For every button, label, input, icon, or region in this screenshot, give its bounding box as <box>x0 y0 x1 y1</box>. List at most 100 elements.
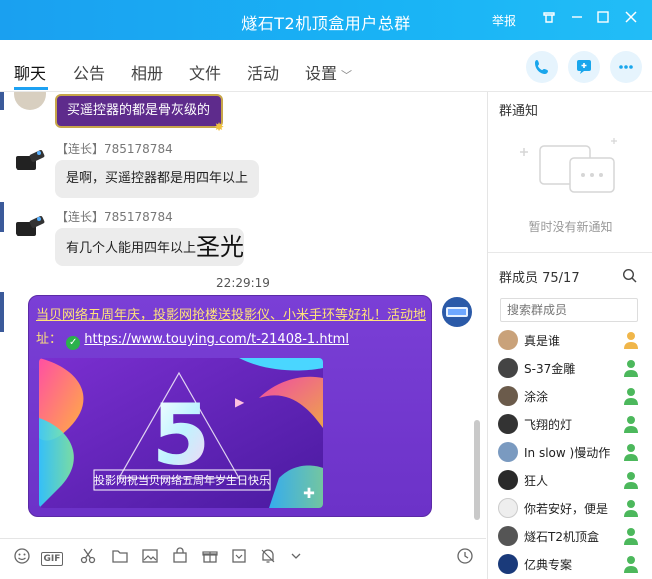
message-text: 有几个人能用四年以上 <box>66 241 197 256</box>
share-text: 当贝网络五周年庆，投影网抢楼送投影仪、小米手环等好礼！活动地 址： ✓ http… <box>36 304 431 352</box>
gif-label: GIF <box>40 552 64 566</box>
tab-bar: 聊天 公告 相册 文件 活动 设置 ﹀ <box>0 40 652 92</box>
verified-icon: ✓ <box>66 336 81 350</box>
large-text: 圣光 <box>196 233 245 261</box>
divider <box>488 252 652 253</box>
skin-icon[interactable] <box>540 10 558 28</box>
tab-chat[interactable]: 聊天 <box>14 60 46 84</box>
avatar[interactable] <box>14 92 46 110</box>
banner-caption: 投影网祝当贝网络五周年岁生日快乐 <box>94 473 270 487</box>
sender-name[interactable]: 【连长】785178784 <box>56 140 173 157</box>
tab-settings-label: 设置 <box>305 64 338 83</box>
member-name: 飞翔的灯 <box>524 418 573 432</box>
scrollbar-thumb[interactable] <box>474 420 480 520</box>
avatar[interactable] <box>14 144 46 176</box>
message-timestamp: 22:29:19 <box>216 276 270 290</box>
member-row[interactable]: 亿典专案 <box>498 552 648 578</box>
svg-text:▶: ▶ <box>235 395 245 409</box>
chat-area[interactable]: 买遥控器的都是骨灰级的 ✸ 【连长】785178784 是啊，买遥控器都是用四年… <box>0 92 486 538</box>
member-name: 你若安好，便是 <box>524 502 609 516</box>
member-icon <box>622 526 640 546</box>
emoji-icon[interactable] <box>12 547 32 567</box>
share-text-part: 址： <box>36 332 63 347</box>
image-icon[interactable] <box>140 547 160 567</box>
member-row[interactable]: 你若安好，便是 <box>498 496 648 522</box>
member-row[interactable]: 涂涂 <box>498 384 648 410</box>
gift-icon[interactable] <box>200 547 220 567</box>
member-icon <box>622 470 640 490</box>
bell-off-icon[interactable] <box>258 547 278 567</box>
title-bar: 燧石T2机顶盒用户总群 举报 <box>0 0 652 40</box>
report-link[interactable]: 举报 <box>492 12 516 29</box>
notice-title: 群通知 <box>499 104 539 119</box>
maximize-icon[interactable] <box>594 10 612 28</box>
input-toolbar: GIF <box>0 538 486 579</box>
search-icon[interactable] <box>622 268 638 284</box>
sender-name[interactable]: 【连长】785178784 <box>56 208 173 225</box>
message-bubble[interactable]: 是啊，买遥控器都是用四年以上 <box>55 160 260 198</box>
active-tab-indicator <box>14 87 48 90</box>
member-name: 燧石T2机顶盒 <box>524 530 599 544</box>
tab-activities[interactable]: 活动 <box>247 60 279 84</box>
minimize-icon[interactable] <box>568 10 586 28</box>
history-icon[interactable] <box>455 547 475 567</box>
member-name: 真是谁 <box>524 334 561 348</box>
member-search-input[interactable] <box>500 298 638 322</box>
member-icon <box>622 414 640 434</box>
member-icon <box>622 498 640 518</box>
admin-icon <box>622 330 640 350</box>
avatar <box>498 442 518 462</box>
window-edge <box>0 202 4 232</box>
tab-announcement[interactable]: 公告 <box>73 60 105 84</box>
share-screen-button[interactable] <box>568 51 600 83</box>
member-row[interactable]: 飞翔的灯 <box>498 412 648 438</box>
avatar <box>498 554 518 574</box>
share-card[interactable]: 当贝网络五周年庆，投影网抢楼送投影仪、小米手环等好礼！活动地 址： ✓ http… <box>28 295 432 517</box>
gift-bag-icon[interactable] <box>170 547 190 567</box>
avatar[interactable] <box>442 297 472 327</box>
avatar <box>498 414 518 434</box>
member-row[interactable]: 燧石T2机顶盒 <box>498 524 648 550</box>
share-text-part: 当贝网络五周年庆，投影网抢楼送投影仪、小米手环等好礼！活动地 <box>36 308 427 323</box>
gif-icon[interactable]: GIF <box>40 547 64 567</box>
message-bubble[interactable]: 有几个人能用四年以上圣光 <box>55 228 245 266</box>
window-edge <box>0 292 4 332</box>
member-row[interactable]: S-37金雕 <box>498 356 648 382</box>
tab-settings[interactable]: 设置 ﹀ <box>305 60 352 84</box>
more-icon <box>619 65 633 69</box>
member-icon <box>622 442 640 462</box>
member-icon <box>622 386 640 406</box>
member-row[interactable]: 真是谁 <box>498 328 648 354</box>
expand-icon[interactable]: ✚ <box>301 486 317 502</box>
member-row[interactable]: 狂人 <box>498 468 648 494</box>
phone-button[interactable] <box>526 51 558 83</box>
close-icon[interactable] <box>622 10 640 28</box>
members-title: 群成员 75/17 <box>499 271 580 286</box>
avatar[interactable] <box>14 210 46 242</box>
member-icon <box>622 554 640 574</box>
empty-notice-illustration <box>510 128 630 208</box>
window-edge <box>0 92 4 110</box>
member-name: S-37金雕 <box>524 362 576 376</box>
message-bubble[interactable]: 买遥控器的都是骨灰级的 <box>55 94 223 128</box>
notice-empty-text: 暂时没有新通知 <box>528 220 613 234</box>
folder-icon[interactable] <box>110 547 130 567</box>
calendar-icon[interactable] <box>229 547 249 567</box>
scissors-icon[interactable] <box>78 547 98 567</box>
more-button[interactable] <box>610 51 642 83</box>
avatar <box>498 498 518 518</box>
tab-files[interactable]: 文件 <box>189 60 221 84</box>
member-name: 亿典专案 <box>524 558 573 572</box>
member-name: In slow )慢动作 <box>524 446 611 460</box>
member-row[interactable]: In slow )慢动作 <box>498 440 648 466</box>
avatar <box>498 470 518 490</box>
avatar <box>498 386 518 406</box>
share-banner-image[interactable]: 5 投影网祝当贝网络五周年岁生日快乐 ▶ <box>39 358 323 508</box>
right-panel: 群通知 暂时没有新通知 群成员 75/17 真是谁 S-37金雕 涂涂 飞翔的灯 <box>487 92 652 579</box>
tab-album[interactable]: 相册 <box>131 60 163 84</box>
avatar <box>498 358 518 378</box>
more-tools-icon[interactable] <box>286 547 306 567</box>
member-name: 狂人 <box>524 474 549 488</box>
share-link[interactable]: https://www.touying.com/t-21408-1.html <box>84 332 349 347</box>
member-name: 涂涂 <box>524 390 549 404</box>
